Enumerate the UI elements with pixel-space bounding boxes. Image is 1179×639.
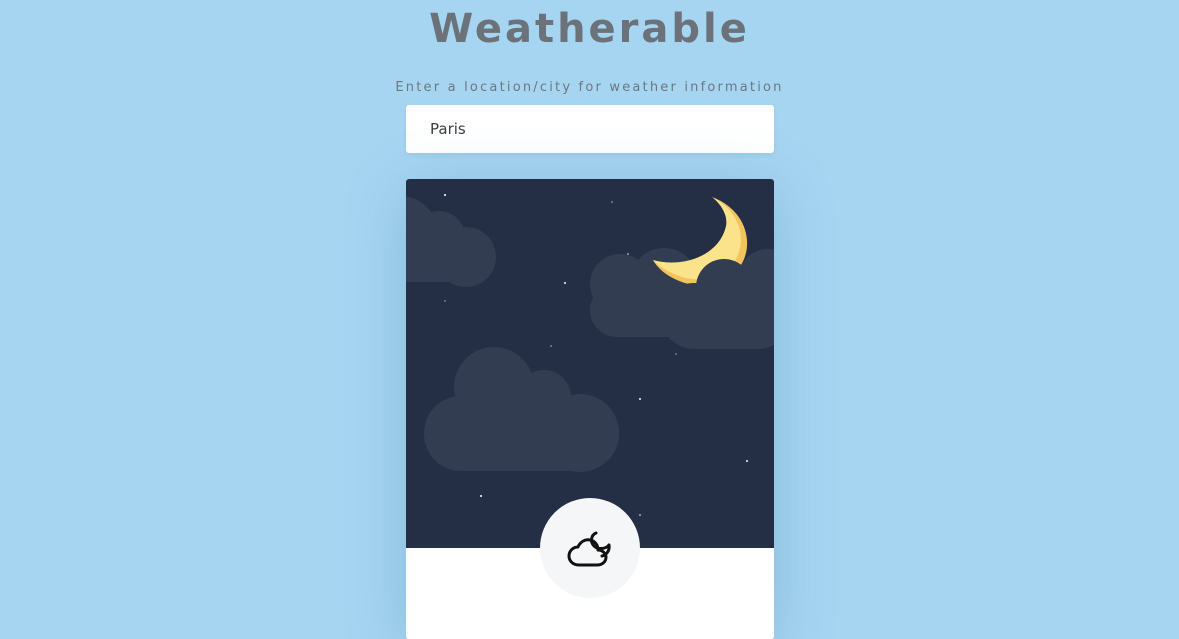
condition-badge [540, 498, 640, 598]
star [639, 514, 641, 516]
star [550, 345, 552, 347]
star [611, 201, 613, 203]
star [479, 494, 483, 498]
star [563, 281, 567, 285]
location-search-input[interactable] [406, 105, 774, 153]
star [627, 253, 629, 255]
cloudy-night-icon [567, 531, 611, 567]
search-label: Enter a location/city for weather inform… [395, 80, 784, 95]
star [675, 353, 677, 355]
night-sky-scene [406, 179, 774, 548]
app-title: Weatherable [429, 6, 750, 52]
star [745, 459, 749, 463]
star [444, 300, 446, 302]
star [443, 193, 447, 197]
star [638, 397, 642, 401]
